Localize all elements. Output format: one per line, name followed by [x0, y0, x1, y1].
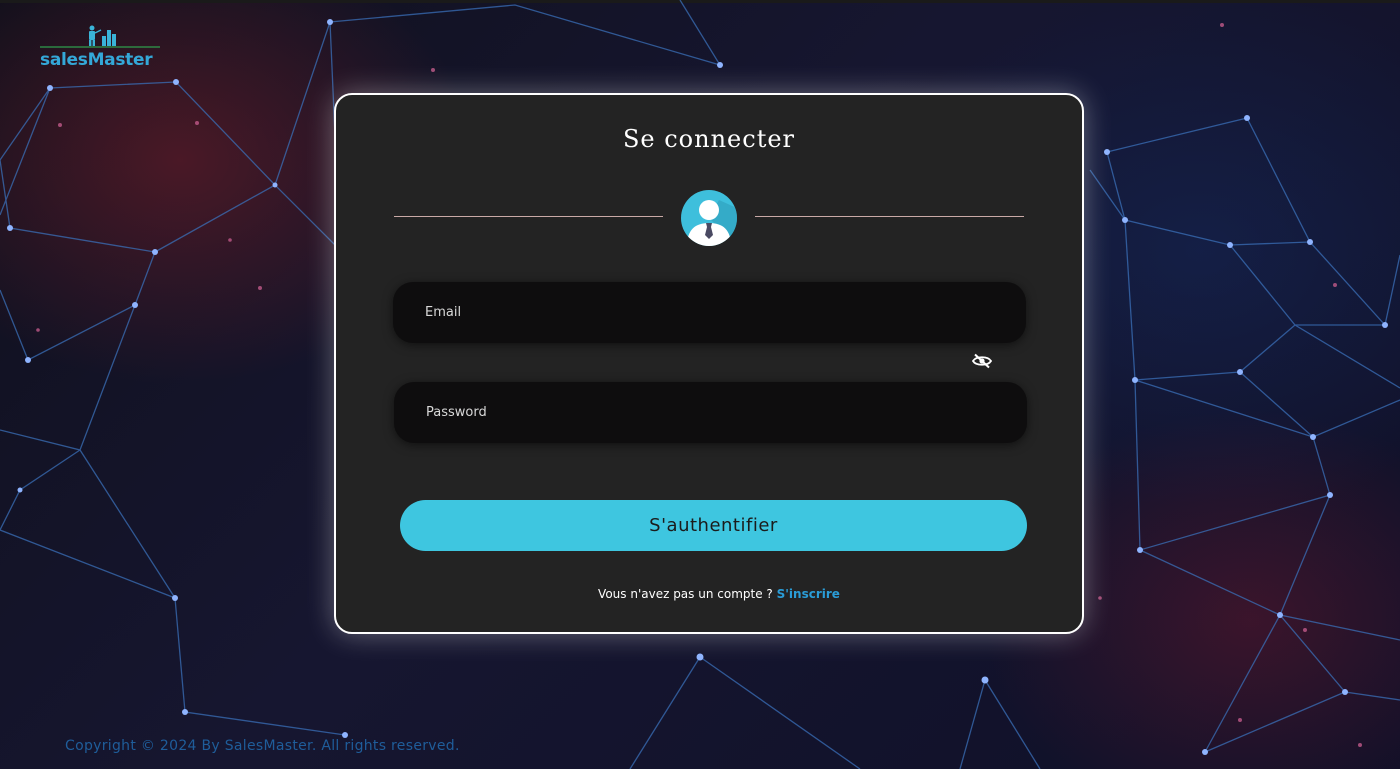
login-card: Se connecter S'authentifier Vous n'avez …: [334, 93, 1084, 634]
email-input[interactable]: [423, 281, 1026, 344]
footer-copyright: Copyright © 2024 By SalesMaster. All rig…: [65, 738, 460, 754]
brand-logo[interactable]: salesMaster: [40, 24, 162, 72]
divider-left: [394, 216, 663, 217]
divider-right: [755, 216, 1024, 217]
brand-name: salesMaster: [40, 50, 153, 70]
login-title: Se connecter: [622, 125, 796, 153]
password-field[interactable]: [394, 381, 1027, 444]
user-avatar-icon: [681, 190, 737, 246]
signup-link[interactable]: S'inscrire: [777, 587, 840, 601]
password-input[interactable]: [424, 381, 1027, 444]
sales-chart-icon: [40, 25, 160, 48]
eye-slash-icon[interactable]: [972, 353, 992, 369]
signup-prompt-text: Vous n'avez pas un compte ?: [598, 587, 773, 601]
email-field[interactable]: [393, 281, 1026, 344]
signup-prompt: Vous n'avez pas un compte ? S'inscrire: [336, 587, 1102, 601]
authenticate-button[interactable]: S'authentifier: [400, 500, 1027, 551]
